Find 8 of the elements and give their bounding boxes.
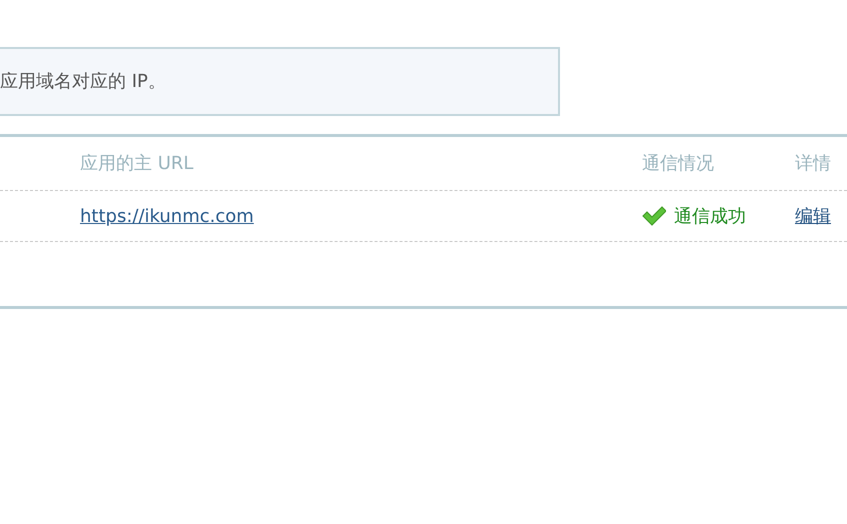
- notice-text: 应用域名对应的 IP。: [0, 70, 166, 94]
- column-header: 通信情况: [642, 153, 714, 174]
- check-icon: [642, 206, 666, 226]
- status-text: 通信成功: [674, 204, 746, 228]
- edit-link[interactable]: 编辑: [795, 206, 831, 226]
- column-header: 详情: [795, 153, 831, 174]
- url-link[interactable]: https://ikunmc.com: [80, 206, 254, 226]
- column-header: 应用的主 URL: [80, 153, 194, 174]
